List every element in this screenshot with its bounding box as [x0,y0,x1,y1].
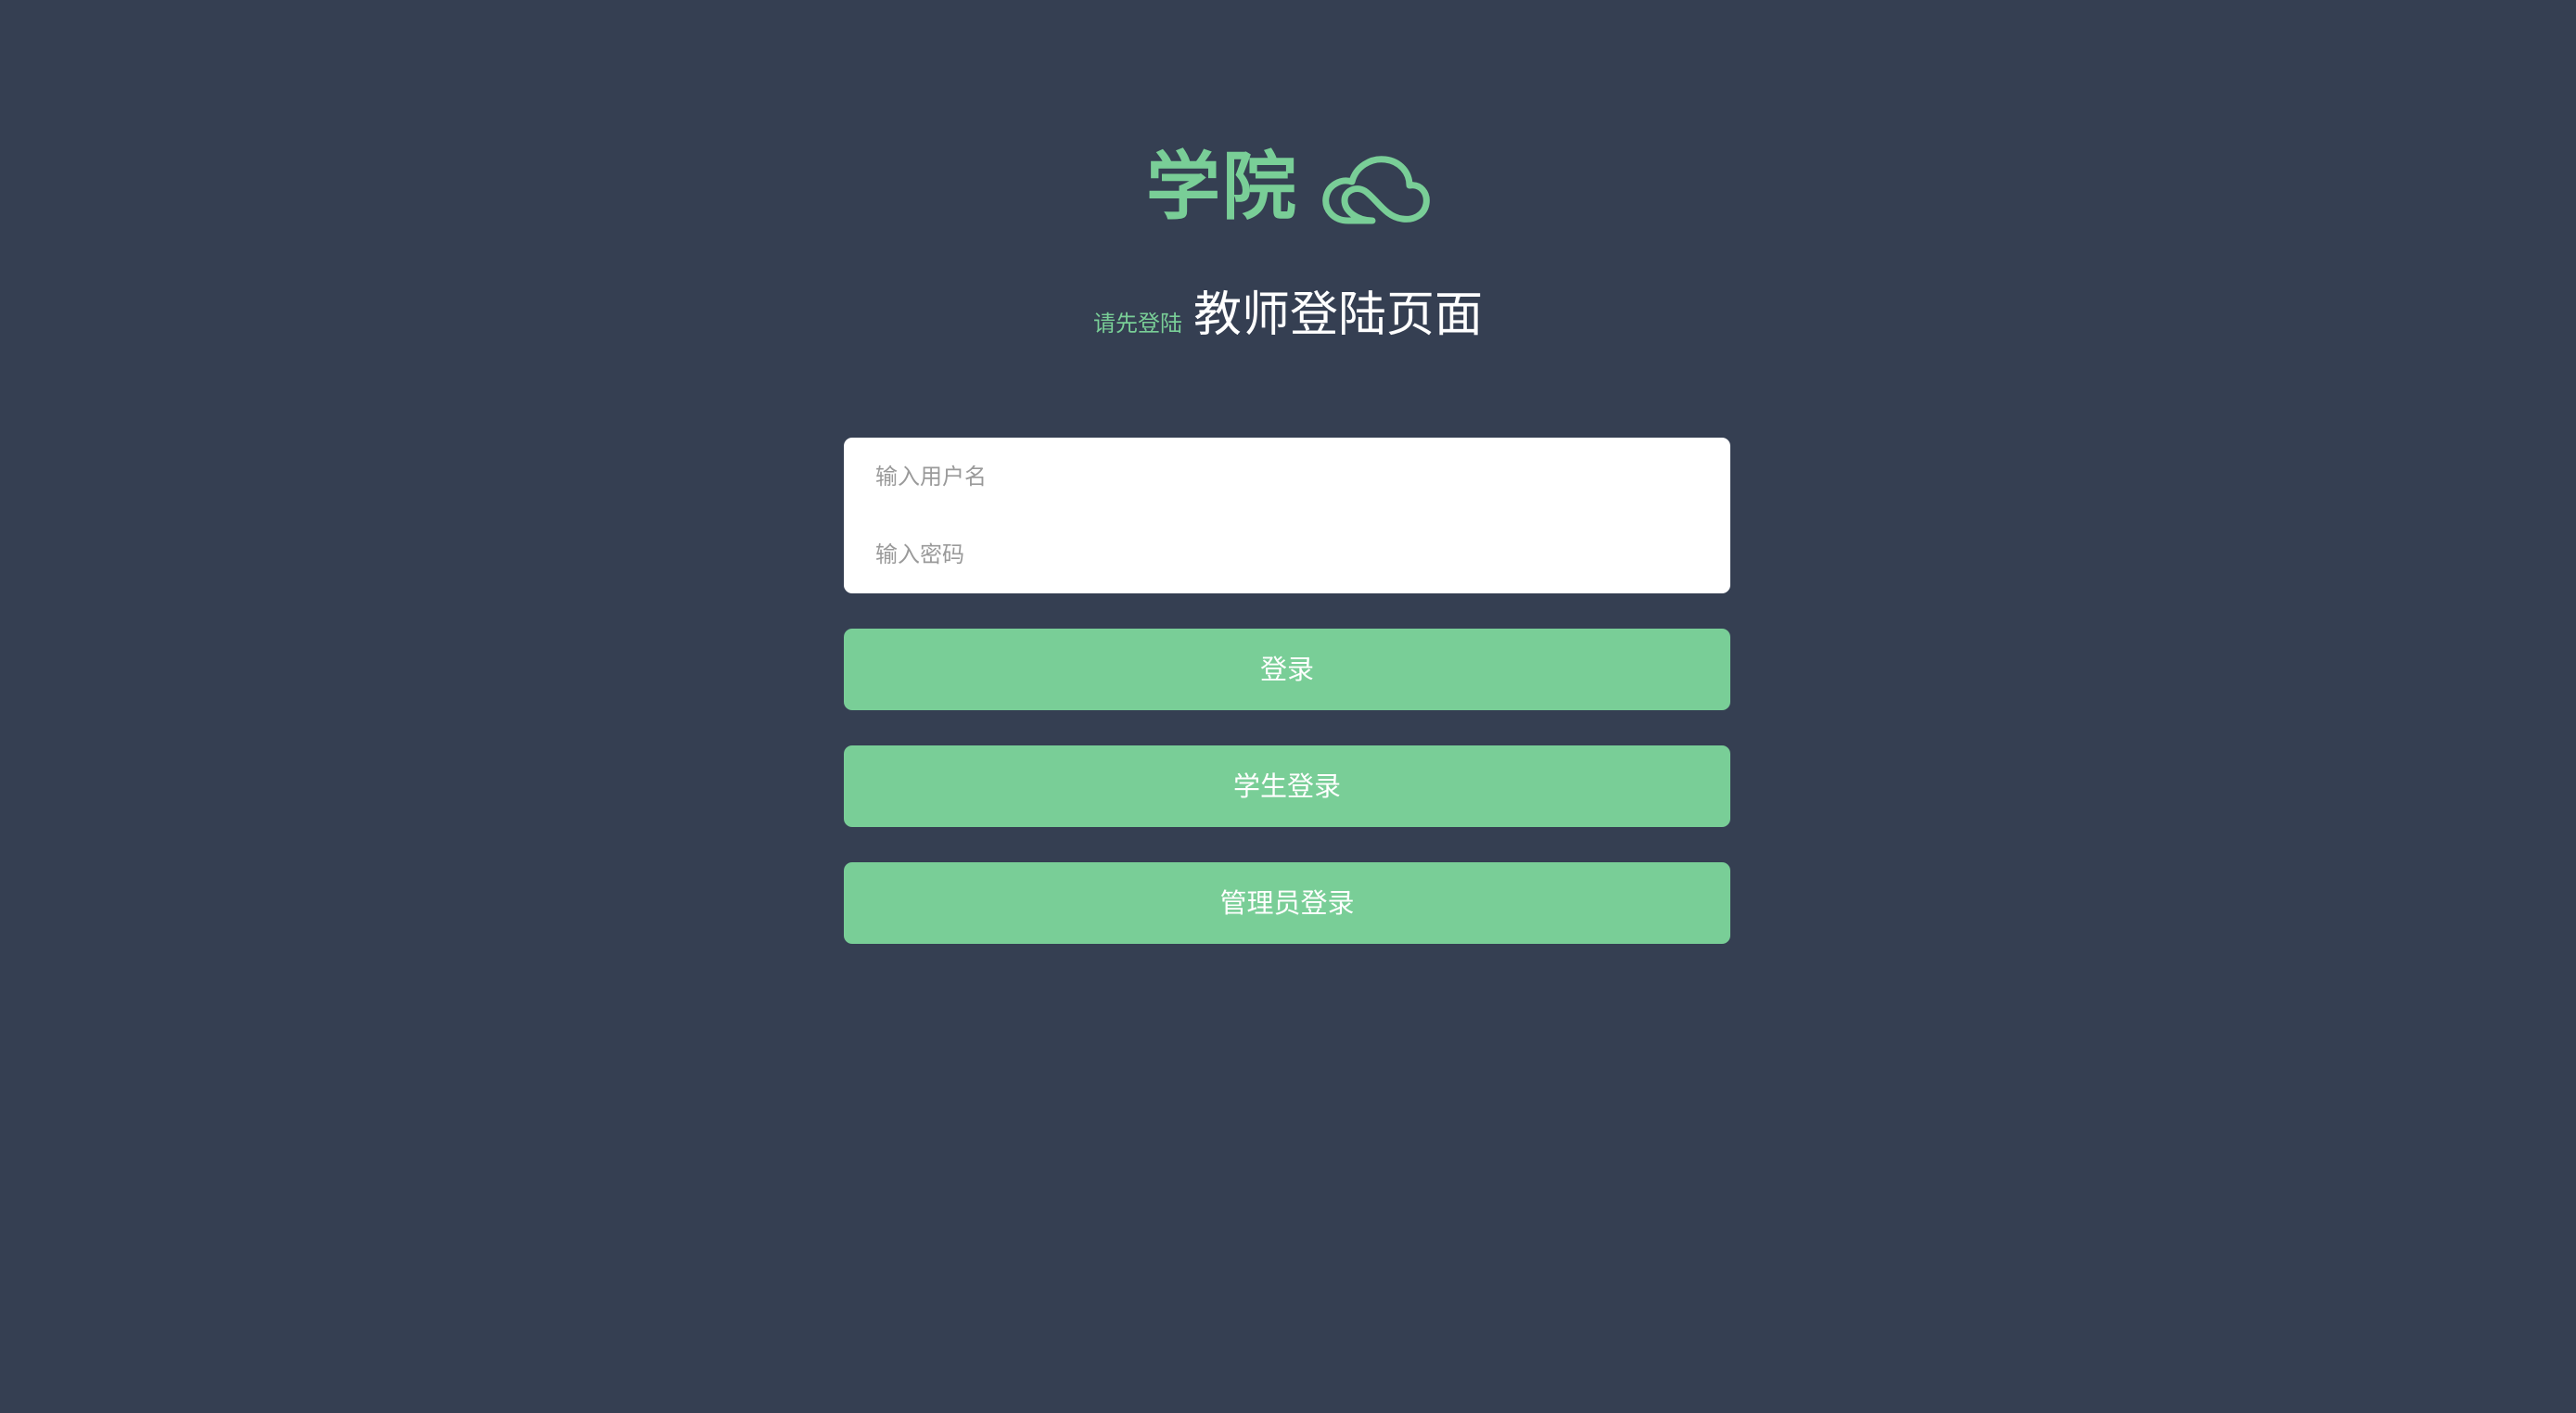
login-hint: 请先登陆 [1092,311,1182,337]
page-subtitle: 请先登陆 教师登陆页面 [0,286,2576,350]
page-title: 教师登陆页面 [1192,287,1483,343]
brand-header: 学院 [0,141,2576,234]
brand-title: 学院 [1146,144,1298,230]
password-input[interactable] [844,516,1730,593]
login-form [844,438,1730,593]
student-login-button[interactable]: 学生登录 [844,745,1730,827]
login-page: 学院 请先登陆 教师登陆页面 登录 学生登录 管理员登录 [0,0,2576,1413]
admin-login-button[interactable]: 管理员登录 [844,862,1730,944]
cloud-icon [1320,154,1430,226]
username-input[interactable] [844,438,1730,516]
login-button[interactable]: 登录 [844,629,1730,710]
